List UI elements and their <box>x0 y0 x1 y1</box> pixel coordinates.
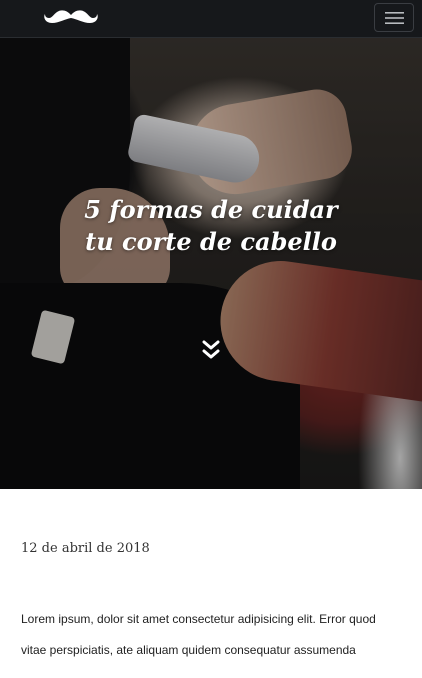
hero-title: 5 formas de cuidar tu corte de cabello <box>0 194 422 258</box>
hero-section: 5 formas de cuidar tu corte de cabello <box>0 38 422 489</box>
scroll-down-link[interactable] <box>202 340 220 360</box>
navbar <box>0 0 422 38</box>
menu-toggle-button[interactable] <box>374 3 414 32</box>
hero-title-line-2: tu corte de cabello <box>85 227 337 256</box>
brand-logo-link[interactable] <box>43 8 99 26</box>
double-chevron-down-icon <box>202 340 220 359</box>
mustache-icon <box>44 10 98 23</box>
article-date: 12 de abril de 2018 <box>21 541 150 556</box>
article-paragraph: Lorem ipsum, dolor sit amet consectetur … <box>21 612 376 657</box>
hero-overlay <box>0 38 422 489</box>
hamburger-menu-icon <box>385 12 404 24</box>
hero-title-line-1: 5 formas de cuidar <box>84 195 338 224</box>
